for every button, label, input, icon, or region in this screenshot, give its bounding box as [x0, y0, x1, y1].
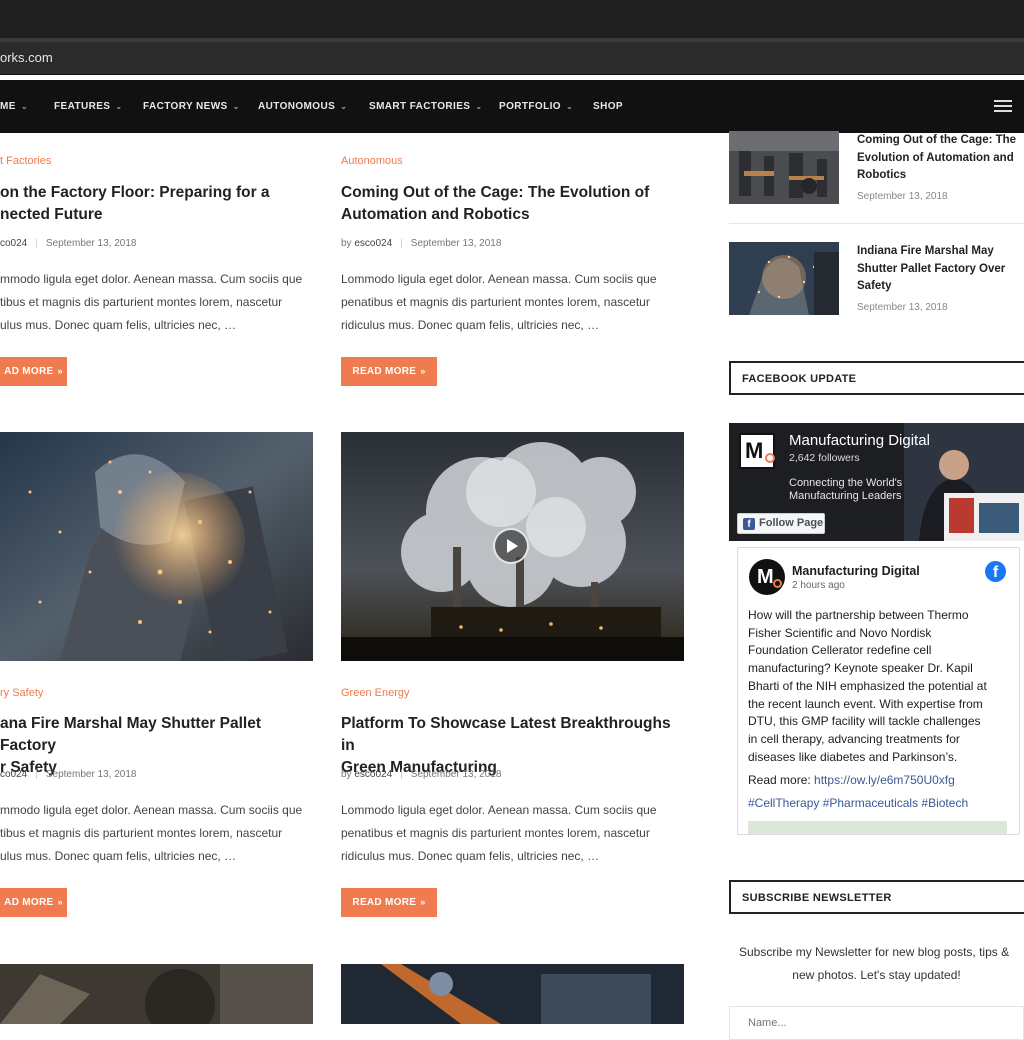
chevron-down-icon: ⌄ [115, 102, 123, 111]
avatar[interactable]: M [749, 559, 785, 595]
newsletter-name-input[interactable] [729, 1006, 1024, 1040]
recent-post-thumbnail[interactable] [729, 242, 839, 315]
post-excerpt: Lommodo ligula eget dolor. Aenean massa.… [341, 272, 657, 332]
recent-post-date: September 13, 2018 [857, 302, 948, 313]
newsletter-widget-heading: SUBSCRIBE NEWSLETTER [729, 880, 1024, 914]
post-category[interactable]: Green Energy [341, 687, 409, 699]
post-meta: co024 | September 13, 2018 [0, 238, 137, 249]
post-author[interactable]: esco024 [354, 769, 392, 780]
nav-item-features[interactable]: FEATURES ⌄ [54, 101, 122, 112]
read-more-button[interactable]: AD MORE» [0, 888, 67, 917]
facebook-widget-heading: FACEBOOK UPDATE [729, 361, 1024, 395]
nav-item-home[interactable]: ME ⌄ [0, 101, 28, 112]
read-more-button[interactable]: READ MORE» [341, 888, 437, 917]
address-bar-url[interactable]: orks.com [0, 50, 53, 65]
post-date: September 13, 2018 [410, 238, 502, 249]
post-image-preview[interactable] [748, 821, 1007, 834]
welder-sparks-image[interactable] [0, 432, 313, 661]
nav-item-factory-news[interactable]: FACTORY NEWS ⌄ [143, 101, 240, 112]
divider [729, 223, 1024, 224]
post-meta: co024 | September 13, 2018 [0, 769, 137, 780]
read-more-line: Read more: https://ow.ly/e6m750U0xfg [748, 773, 955, 787]
nav-item-shop[interactable]: SHOP [593, 101, 623, 112]
facebook-post-card: M Manufacturing Digital 2 hours ago f Ho… [737, 547, 1020, 835]
facebook-page-name[interactable]: Manufacturing Digital [789, 432, 930, 449]
hamburger-icon[interactable] [994, 100, 1012, 114]
nav-item-portfolio[interactable]: PORTFOLIO ⌄ [499, 101, 573, 112]
recent-post-thumbnail[interactable] [729, 131, 839, 204]
video-play-icon[interactable] [493, 528, 529, 564]
facebook-page-banner[interactable]: M Manufacturing Digital 2,642 followers … [729, 423, 1024, 541]
post-title[interactable]: on the Factory Floor: Preparing for a nec… [0, 182, 320, 226]
chevron-down-icon: ⌄ [565, 102, 574, 111]
chevron-down-icon: ⌄ [20, 102, 28, 111]
facebook-followers: 2,642 followers [789, 452, 860, 464]
follow-page-button[interactable]: f Follow Page [737, 513, 825, 534]
post-date: September 13, 2018 [410, 769, 502, 780]
post-category[interactable]: t Factories [0, 155, 51, 167]
facebook-icon: f [743, 518, 755, 530]
post-meta: by esco024 | September 13, 2018 [341, 769, 502, 780]
recent-post-date: September 13, 2018 [857, 191, 948, 202]
chevron-down-icon: ⌄ [340, 102, 348, 111]
facebook-tagline: Connecting the World's Manufacturing Lead… [789, 477, 903, 502]
read-more-link[interactable]: https://ow.ly/e6m750U0xfg [814, 773, 955, 787]
post-category[interactable]: ry Safety [0, 687, 43, 699]
post-date: September 13, 2018 [45, 769, 137, 780]
chevron-down-icon: ⌄ [475, 102, 483, 111]
facebook-post-text: How will the partnership between Thermo … [748, 608, 987, 764]
facebook-icon[interactable]: f [985, 561, 1006, 582]
post-title[interactable]: Coming Out of the Cage: The Evolution of… [341, 182, 686, 226]
post-meta: by esco024 | September 13, 2018 [341, 238, 502, 249]
nav-item-smart-factories[interactable]: SMART FACTORIES ⌄ [369, 101, 483, 112]
address-bar[interactable] [0, 42, 1024, 75]
manufacturing-digital-logo: M [739, 433, 775, 469]
post-date: September 13, 2018 [45, 238, 137, 249]
post-author-name[interactable]: Manufacturing Digital [792, 564, 920, 578]
hashtags[interactable]: #CellTherapy #Pharmaceuticals #Biotech [748, 795, 968, 813]
post-excerpt: Lommodo ligula eget dolor. Aenean massa.… [341, 803, 657, 863]
post-thumbnail-image[interactable] [0, 964, 313, 1024]
post-excerpt: mmodo ligula eget dolor. Aenean massa. C… [0, 803, 303, 863]
read-more-button[interactable]: AD MORE» [0, 357, 67, 386]
newsletter-description: Subscribe my Newsletter for new blog pos… [739, 945, 1010, 982]
post-timestamp[interactable]: 2 hours ago [792, 580, 845, 591]
post-excerpt: mmodo ligula eget dolor. Aenean massa. C… [0, 272, 303, 332]
post-category[interactable]: Autonomous [341, 155, 403, 167]
browser-titlebar [0, 0, 1024, 38]
recent-post-title[interactable]: Coming Out of the Cage: The Evolution of … [857, 132, 1024, 185]
post-author[interactable]: co024 [0, 769, 27, 780]
post-thumbnail-image[interactable] [341, 964, 684, 1024]
nav-item-autonomous[interactable]: AUTONOMOUS ⌄ [258, 101, 347, 112]
read-more-button[interactable]: READ MORE» [341, 357, 437, 386]
chevron-down-icon: ⌄ [232, 102, 240, 111]
recent-post-title[interactable]: Indiana Fire Marshal May Shutter Pallet F… [857, 243, 1024, 296]
post-author[interactable]: esco024 [354, 238, 392, 249]
post-author[interactable]: co024 [0, 238, 27, 249]
